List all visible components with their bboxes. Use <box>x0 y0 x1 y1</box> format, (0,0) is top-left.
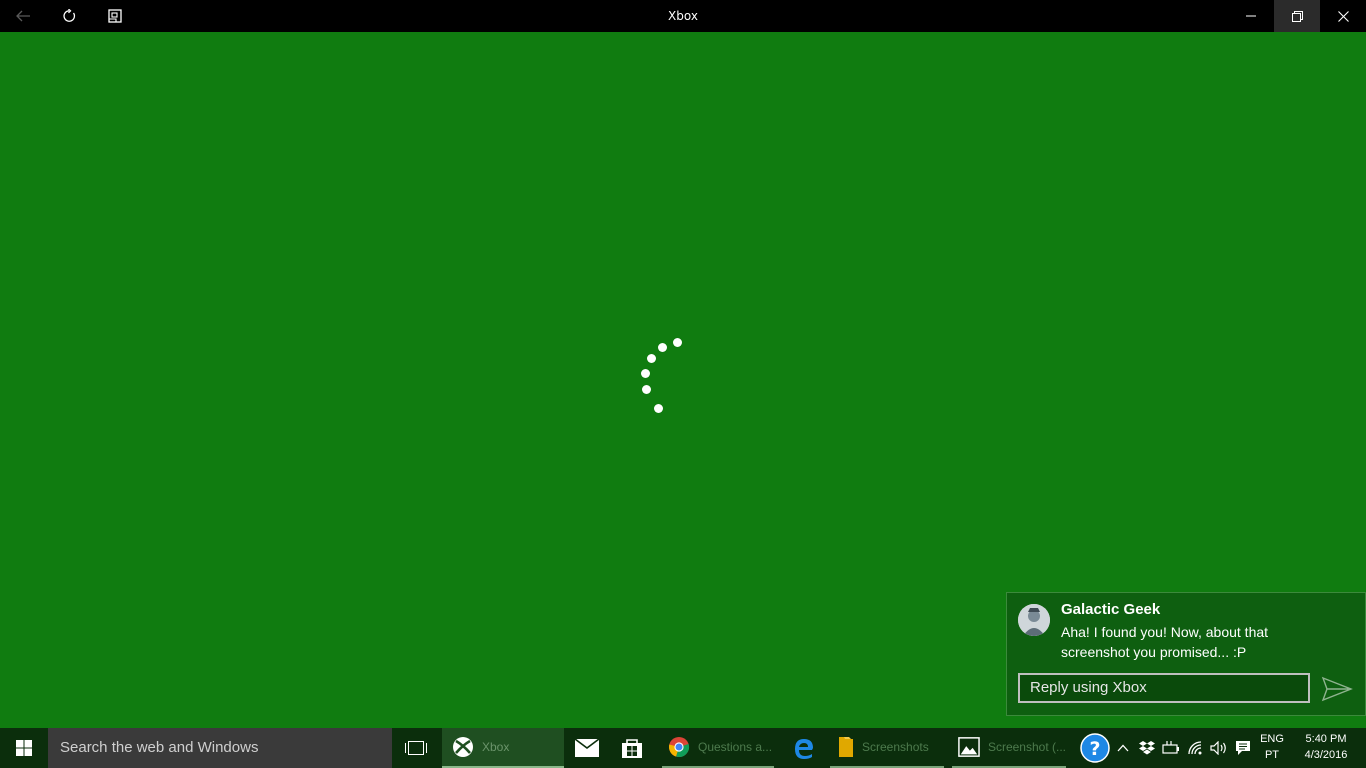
game-bar-icon <box>108 9 122 23</box>
clock[interactable]: 5:40 PM 4/3/2016 <box>1294 731 1358 763</box>
window-title: Xbox <box>668 9 698 23</box>
taskbar-app-explorer[interactable]: Screenshots <box>830 728 944 768</box>
svg-text:?: ? <box>1089 738 1100 760</box>
taskbar-app-mail[interactable] <box>566 728 608 768</box>
xbox-icon <box>453 737 473 757</box>
search-box[interactable]: Search the web and Windows <box>48 728 392 768</box>
windows-logo-icon <box>16 740 32 756</box>
minimize-icon <box>1246 15 1256 17</box>
task-view-icon <box>405 741 427 755</box>
restore-icon <box>1291 10 1303 22</box>
store-icon <box>622 739 642 758</box>
taskbar: Search the web and Windows Xbox Question… <box>0 728 1366 768</box>
title-bar: Xbox <box>0 0 1366 32</box>
close-icon <box>1337 10 1349 22</box>
clock-date: 4/3/2016 <box>1304 749 1348 761</box>
notification-toast[interactable]: Galactic Geek Aha! I found you! Now, abo… <box>1006 592 1366 716</box>
taskbar-app-xbox[interactable]: Xbox <box>442 728 564 768</box>
start-button[interactable] <box>0 728 48 768</box>
back-arrow-icon <box>16 10 30 22</box>
refresh-icon <box>63 9 76 22</box>
taskbar-app-store[interactable] <box>612 728 652 768</box>
taskbar-app-photos[interactable]: Screenshot (... <box>952 728 1066 768</box>
battery-tray-icon[interactable] <box>1160 728 1182 768</box>
dropbox-tray-icon[interactable] <box>1136 728 1158 768</box>
volume-tray-icon[interactable] <box>1208 728 1230 768</box>
restore-button[interactable] <box>1274 0 1320 32</box>
mail-icon <box>575 739 599 757</box>
loading-spinner-icon <box>630 330 700 420</box>
clock-time: 5:40 PM <box>1305 733 1347 745</box>
wifi-icon <box>1188 741 1202 755</box>
action-center-icon <box>1236 741 1250 755</box>
edge-icon <box>795 739 813 759</box>
network-tray-icon[interactable] <box>1184 728 1208 768</box>
speaker-icon <box>1210 741 1226 755</box>
send-icon <box>1321 676 1353 702</box>
refresh-button[interactable] <box>46 0 92 32</box>
back-button[interactable] <box>0 0 46 32</box>
reply-input[interactable]: Reply using Xbox <box>1018 673 1310 703</box>
taskbar-app-label: Questions a... <box>698 740 773 754</box>
notification-sender: Galactic Geek <box>1061 601 1161 618</box>
taskbar-app-chrome[interactable]: Questions a... <box>662 728 774 768</box>
keyboard-layout: PT <box>1264 749 1280 761</box>
game-bar-button[interactable] <box>92 0 138 32</box>
chrome-icon <box>668 737 690 757</box>
task-view-button[interactable] <box>392 728 440 768</box>
close-button[interactable] <box>1320 0 1366 32</box>
dropbox-icon <box>1139 741 1155 755</box>
minimize-button[interactable] <box>1228 0 1274 32</box>
help-tray-button[interactable]: ? <box>1078 728 1112 768</box>
help-icon: ? <box>1080 733 1110 763</box>
avatar <box>1018 604 1050 636</box>
action-center-button[interactable] <box>1232 728 1254 768</box>
send-button[interactable] <box>1321 675 1353 703</box>
chevron-up-icon <box>1117 744 1129 752</box>
folder-icon <box>839 737 853 757</box>
taskbar-app-label: Xbox <box>482 740 510 754</box>
notification-message: Aha! I found you! Now, about that screen… <box>1061 624 1269 660</box>
taskbar-app-edge[interactable] <box>786 728 822 768</box>
battery-plug-icon <box>1162 741 1179 754</box>
input-language-indicator[interactable]: ENG PT <box>1256 731 1288 763</box>
photos-icon <box>958 737 980 757</box>
show-hidden-icons-button[interactable] <box>1114 728 1132 768</box>
taskbar-app-label: Screenshots <box>862 740 929 754</box>
taskbar-app-label: Screenshot (... <box>987 740 1066 754</box>
language-code: ENG <box>1260 733 1284 745</box>
